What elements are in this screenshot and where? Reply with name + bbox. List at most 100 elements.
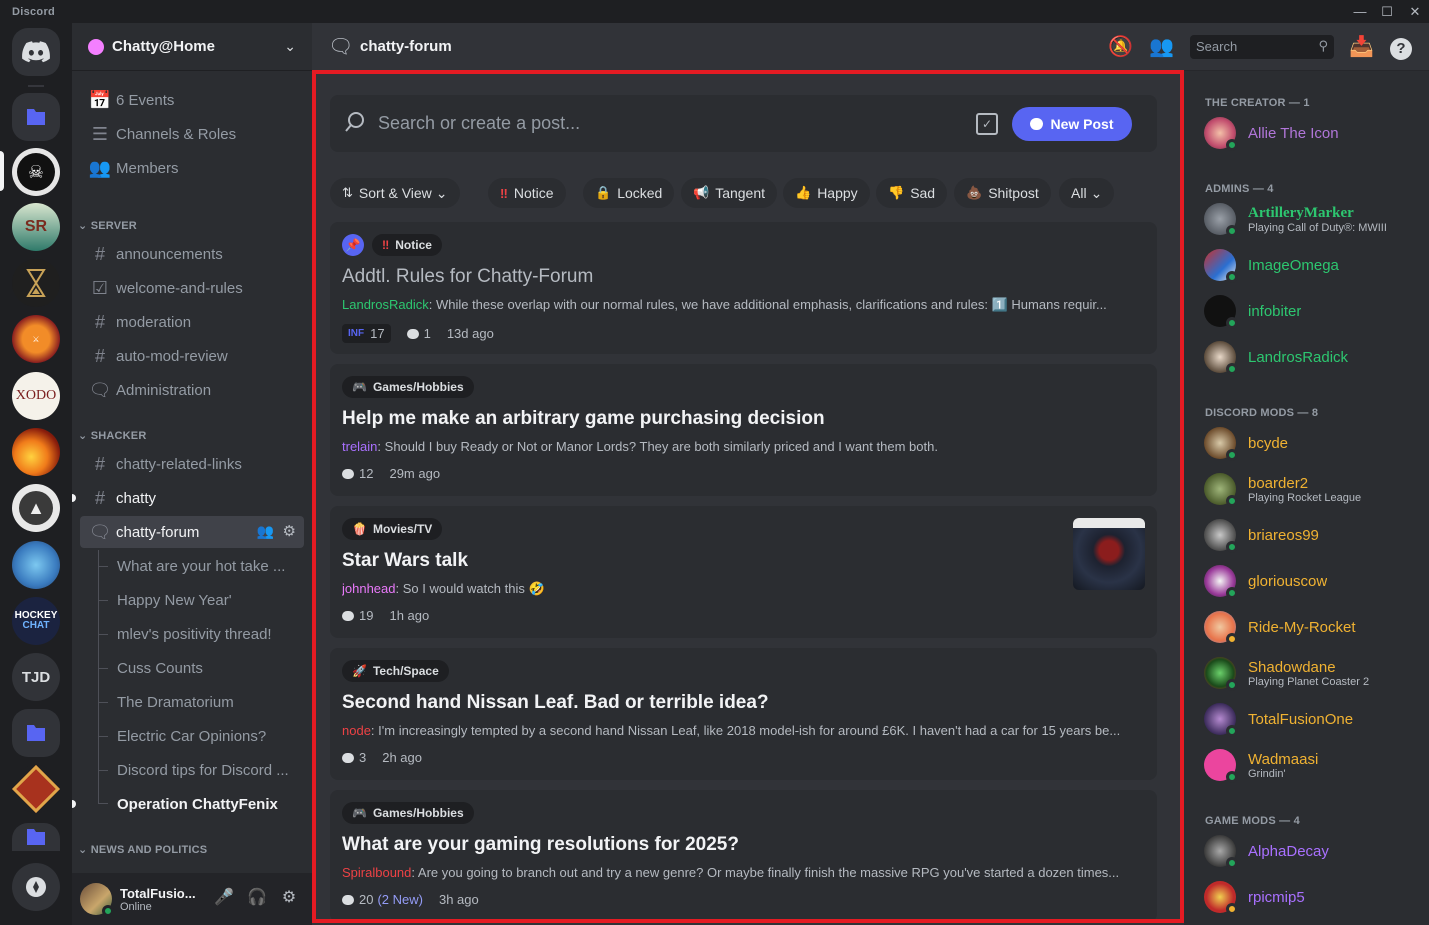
member-item[interactable]: rpicmip5 (1204, 876, 1424, 918)
chevron-down-icon: ⌄ (435, 184, 448, 201)
thread-item[interactable]: Electric Car Opinions? (117, 720, 304, 752)
thread-item[interactable]: Operation ChattyFenix (117, 788, 304, 820)
tag-filter-all[interactable]: All ⌄ (1059, 178, 1115, 208)
channel-chatty[interactable]: # chatty (80, 482, 304, 514)
reaction-chip[interactable]: INF 17 (342, 324, 391, 343)
thread-item[interactable]: Cuss Counts (117, 652, 304, 684)
gear-icon[interactable]: ⚙ (283, 522, 296, 540)
compass-icon[interactable] (12, 863, 60, 911)
tag-filter-locked[interactable]: 🔒 Locked (583, 178, 675, 208)
settings-gear-icon[interactable]: ⚙ (277, 887, 301, 911)
avatar (1204, 117, 1238, 151)
sidebar-item-label: Channels & Roles (116, 125, 237, 143)
category-server[interactable]: ⌄ SERVER (78, 219, 137, 232)
sort-view-button[interactable]: ⇅ Sort & View ⌄ (330, 178, 460, 208)
member-item[interactable]: gloriouscow (1204, 560, 1424, 602)
thread-item[interactable]: Happy New Year' (117, 584, 304, 616)
guild-header[interactable]: Chatty@Home ⌄ (72, 23, 312, 71)
notifications-muted-icon[interactable]: 🔕 (1108, 35, 1133, 59)
channel-welcome-and-rules[interactable]: ☑ welcome-and-rules (80, 272, 304, 304)
online-status-icon (1226, 317, 1238, 329)
member-item[interactable]: bcyde (1204, 422, 1424, 464)
folder-icon[interactable] (12, 823, 60, 851)
thread-item[interactable]: What are your hot take ... (117, 550, 304, 582)
member-item[interactable]: boarder2 Playing Rocket League (1204, 468, 1424, 510)
server-raiders-icon[interactable]: ☠ (12, 148, 60, 196)
post-meta: 20 (2 New) 3h ago (342, 892, 495, 907)
member-item[interactable]: LandrosRadick (1204, 336, 1424, 378)
help-icon[interactable]: ? (1389, 35, 1413, 60)
hourglass-icon[interactable] (12, 259, 60, 307)
headphones-icon[interactable]: 🎧 (245, 887, 269, 911)
member-item[interactable]: ImageOmega (1204, 244, 1424, 286)
header-search-input[interactable]: Search ⚲ (1190, 35, 1334, 59)
server-tjd-icon[interactable]: TJD (12, 653, 60, 701)
channel-administration[interactable]: 🗨 Administration (80, 374, 304, 406)
new-post-button[interactable]: New Post (1012, 107, 1132, 141)
server-stitch-icon[interactable] (12, 541, 60, 589)
sidebar-item-events[interactable]: 📅 6 Events (80, 84, 304, 116)
sidebar-item-channels-roles[interactable]: ☰ Channels & Roles (80, 118, 304, 150)
forum-post[interactable]: 🚀 Tech/Space Second hand Nissan Leaf. Bad… (330, 648, 1157, 780)
channel-moderation[interactable]: # moderation (80, 306, 304, 338)
tag-filter-happy[interactable]: 👍 Happy (783, 178, 870, 208)
post-time: 3h ago (438, 892, 479, 907)
tag-filter-tangent[interactable]: 📢 Tangent (681, 178, 778, 208)
tag-filter-shitpost[interactable]: 💩 Shitpost (954, 178, 1051, 208)
thread-item[interactable]: Discord tips for Discord ... (117, 754, 304, 786)
forum-post[interactable]: 🍿 Movies/TV Star Wars talk johnhead: So I… (330, 506, 1157, 638)
category-shacker[interactable]: ⌄ SHACKER (78, 429, 146, 442)
channel-chatty-related-links[interactable]: # chatty-related-links (80, 448, 304, 480)
forum-post[interactable]: 📌 ‼ Notice Addtl. Rules for Chatty-Forum … (330, 222, 1157, 354)
avatar[interactable] (80, 883, 114, 917)
channel-auto-mod-review[interactable]: # auto-mod-review (80, 340, 304, 372)
server-sr-icon[interactable]: SR (12, 203, 60, 251)
channel-announcements[interactable]: # announcements (80, 238, 304, 270)
wolf-icon[interactable]: ▲ (12, 484, 60, 532)
member-item[interactable]: Allie The Icon (1204, 112, 1424, 154)
online-status-icon (1226, 771, 1238, 783)
chevron-down-icon: ⌄ (284, 38, 296, 54)
server-hockey-icon[interactable]: HOCKEY CHAT (12, 597, 60, 645)
member-item[interactable]: infobiter (1204, 290, 1424, 332)
invite-icon[interactable]: 👥 (257, 523, 274, 540)
post-meta: 3 2h ago (342, 750, 438, 765)
forum-post[interactable]: 🎮 Games/Hobbies Help me make an arbitrary… (330, 364, 1157, 496)
forum-post[interactable]: 🎮 Games/Hobbies What are your gaming reso… (330, 790, 1157, 922)
member-item[interactable]: TotalFusionOne (1204, 698, 1424, 740)
member-item[interactable]: Shadowdane Playing Planet Coaster 2 (1204, 652, 1424, 694)
avatar (1204, 611, 1238, 645)
server-xodo-icon[interactable]: XODO (12, 372, 60, 420)
member-item[interactable]: Wadmaasi Grindin' (1204, 744, 1424, 786)
folder-icon[interactable] (12, 93, 60, 141)
post-guidelines-icon[interactable]: ✓ (976, 113, 998, 135)
thread-tree-line (98, 550, 99, 803)
fire-icon[interactable] (12, 428, 60, 476)
folder-icon[interactable] (12, 709, 60, 757)
inbox-icon[interactable]: 📥 (1349, 35, 1374, 59)
tag-filter-sad[interactable]: 👎 Sad (876, 178, 948, 208)
thread-item[interactable]: The Dramatorium (117, 686, 304, 718)
server-paladin-icon[interactable]: ⚔ (12, 315, 60, 363)
post-thumbnail[interactable] (1073, 518, 1145, 590)
channel-chatty-forum[interactable]: 🗨 chatty-forum 👥 ⚙ (80, 516, 304, 548)
thread-item[interactable]: mlev's positivity thread! (117, 618, 304, 650)
member-list-icon[interactable]: 👥 (1149, 35, 1174, 59)
sidebar-item-members[interactable]: 👥 Members (80, 152, 304, 184)
maximize-icon[interactable]: ☐ (1373, 2, 1401, 22)
server-diamond-icon[interactable] (12, 765, 60, 813)
microphone-icon[interactable]: 🎤 (212, 887, 236, 911)
member-item[interactable]: Ride-My-Rocket (1204, 606, 1424, 648)
post-snippet: trelain: Should I buy Ready or Not or Ma… (342, 439, 938, 454)
close-icon[interactable]: ✕ (1401, 2, 1429, 22)
member-item[interactable]: ArtilleryMarker Playing Call of Duty®: MW… (1204, 198, 1424, 240)
member-item[interactable]: briareos99 (1204, 514, 1424, 556)
avatar (1204, 427, 1238, 461)
discord-home-icon[interactable] (12, 28, 60, 76)
forum-search-input[interactable]: Search or create a post... ✓ New Post (330, 95, 1157, 152)
tag-filter-notice[interactable]: ‼ Notice (488, 178, 566, 208)
member-item[interactable]: AlphaDecay (1204, 830, 1424, 872)
category-news-and-politics[interactable]: ⌄ NEWS AND POLITICS (78, 843, 207, 856)
minimize-icon[interactable]: — (1346, 2, 1374, 22)
post-time: 29m ago (389, 466, 441, 481)
